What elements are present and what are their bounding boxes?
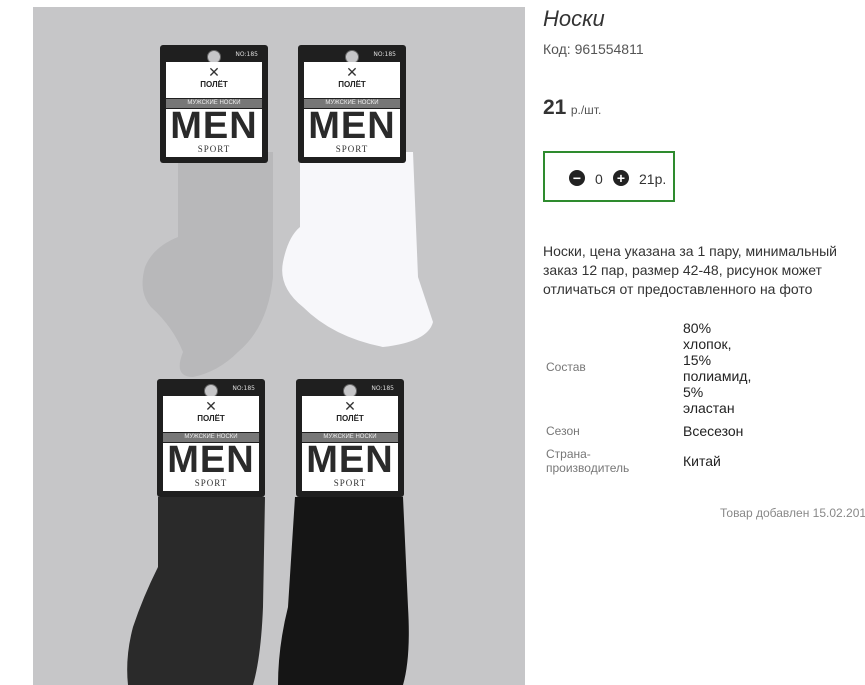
cart-sum: 21р.	[639, 171, 667, 187]
price-value: 21	[543, 96, 567, 119]
country-key-line: Страна-	[546, 447, 591, 461]
socks-illustration	[127, 152, 433, 685]
product-code: Код: 961554811	[543, 41, 644, 57]
sock-tag: NO:185 ✕ ПОЛЁТ МУЖСКИЕ НОСКИ MEN SPORT	[160, 45, 268, 163]
tag-men: MEN	[170, 105, 258, 147]
quantity-value: 0	[595, 171, 603, 187]
composition-line: 5%	[683, 384, 704, 400]
tag-men: MEN	[306, 439, 394, 481]
white-sock	[282, 152, 433, 347]
brand-logo: ✕ ПОЛЁТ	[304, 62, 400, 98]
sock-tag: NO:185 ✕ ПОЛЁТ МУЖСКИЕ НОСКИ MEN SPORT	[296, 379, 404, 497]
product-photo[interactable]: NO:185 ✕ ПОЛЁТ МУЖСКИЕ НОСКИ MEN SPORT N…	[33, 7, 525, 685]
prop-key-composition: Состав	[546, 360, 586, 374]
plus-circle-icon[interactable]: +	[613, 170, 629, 186]
price-unit: р./шт.	[570, 103, 602, 117]
tag-label: MEN SPORT	[163, 439, 259, 491]
cart-widget: − 0 + 21р.	[543, 151, 675, 202]
composition-line: полиамид,	[683, 368, 752, 384]
product-price: 21 р./шт.	[543, 96, 601, 120]
tag-number: NO:185	[371, 385, 394, 392]
sock-tag: NO:185 ✕ ПОЛЁТ МУЖСКИЕ НОСКИ MEN SPORT	[157, 379, 265, 497]
black-sock-right	[278, 497, 409, 685]
brand-logo: ✕ ПОЛЁТ	[166, 62, 262, 98]
tag-number: NO:185	[232, 385, 255, 392]
brand-name: ПОЛЁТ	[197, 414, 225, 423]
minus-circle-icon[interactable]: −	[569, 170, 585, 186]
country-key-line: производитель	[546, 461, 630, 475]
tag-number: NO:185	[373, 51, 396, 58]
sock-tag: NO:185 ✕ ПОЛЁТ МУЖСКИЕ НОСКИ MEN SPORT	[298, 45, 406, 163]
tag-men: MEN	[167, 439, 255, 481]
tag-men: MEN	[308, 105, 396, 147]
prop-key-country: Страна- производитель	[546, 447, 666, 475]
bird-icon: ✕	[344, 398, 356, 414]
brand-logo: ✕ ПОЛЁТ	[163, 396, 259, 432]
bird-icon: ✕	[205, 398, 217, 414]
added-date: Товар добавлен 15.02.201	[720, 506, 865, 520]
composition-line: 15%	[683, 352, 712, 368]
prop-value-season: Всесезон	[683, 423, 744, 439]
composition-line: хлопок,	[683, 336, 732, 352]
prop-value-composition: 80% хлопок, 15% полиамид, 5% эластан	[683, 320, 783, 416]
tag-number: NO:185	[235, 51, 258, 58]
black-sock-left	[127, 497, 265, 685]
brand-name: ПОЛЁТ	[338, 80, 366, 89]
prop-value-country: Китай	[683, 453, 721, 469]
tag-label: MEN SPORT	[302, 439, 398, 491]
tag-label: MEN SPORT	[166, 105, 262, 157]
grey-sock	[142, 152, 273, 377]
bird-icon: ✕	[208, 64, 220, 80]
prop-key-season: Сезон	[546, 424, 580, 438]
product-description: Носки, цена указана за 1 пару, минимальн…	[543, 243, 837, 297]
product-title: Носки	[543, 6, 605, 31]
brand-logo: ✕ ПОЛЁТ	[302, 396, 398, 432]
tag-label: MEN SPORT	[304, 105, 400, 157]
composition-line: 80%	[683, 320, 712, 336]
brand-name: ПОЛЁТ	[336, 414, 364, 423]
bird-icon: ✕	[346, 64, 358, 80]
composition-line: эластан	[683, 400, 735, 416]
brand-name: ПОЛЁТ	[200, 80, 228, 89]
